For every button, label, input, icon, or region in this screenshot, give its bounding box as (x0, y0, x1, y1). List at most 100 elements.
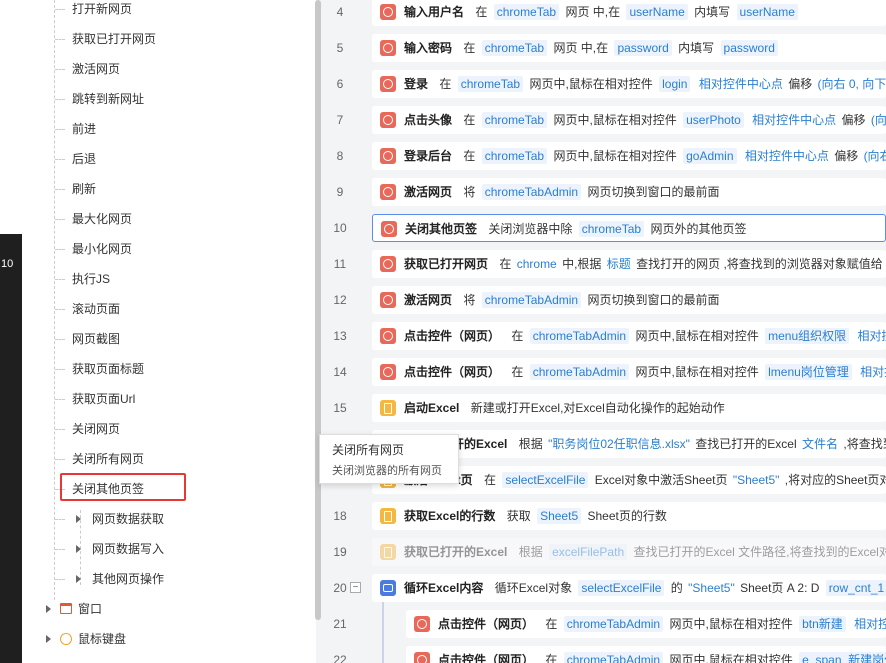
variable-tag[interactable]: excelFilePath (549, 544, 628, 560)
left-panel-edge: 10 (0, 0, 22, 663)
step-card[interactable]: 获取已打开的Excel 根据 excelFilePath 查找已打开的Excel… (372, 538, 886, 566)
caret-right-icon[interactable] (76, 575, 81, 583)
variable-tag[interactable]: password (614, 40, 672, 56)
flow-step-row[interactable]: 22 点击控件（网页） 在 chromeTabAdmin 网页中,鼠标在相对控件 … (322, 642, 886, 663)
step-card[interactable]: 点击控件（网页） 在 chromeTabAdmin 网页中,鼠标在相对控件 me… (372, 322, 886, 350)
variable-tag[interactable]: userName (626, 4, 688, 20)
variable-tag[interactable]: chromeTabAdmin (529, 364, 630, 380)
variable-tag[interactable]: chromeTabAdmin (481, 184, 582, 200)
variable-tag[interactable]: chromeTabAdmin (563, 652, 664, 663)
step-card[interactable]: 关闭其他页签 关闭浏览器中除 chromeTab 网页外的其他页签 (372, 214, 886, 242)
step-card[interactable]: 点击控件（网页） 在 chromeTabAdmin 网页中,鼠标在相对控件 lm… (372, 358, 886, 386)
variable-tag[interactable]: selectExcelFile (502, 472, 589, 488)
web-action-icon (380, 76, 396, 92)
variable-tag[interactable]: Sheet5 (537, 508, 582, 524)
variable-tag[interactable]: selectExcelFile (578, 580, 665, 596)
step-text: 在 (511, 365, 524, 379)
caret-right-icon[interactable] (76, 515, 81, 523)
flow-step-row[interactable]: 8 登录后台 在 chromeTab 网页中,鼠标在相对控件 goAdmin 相对… (322, 138, 886, 174)
step-number: 13 (333, 329, 347, 343)
caret-right-icon[interactable] (46, 605, 51, 613)
step-text: 查找打开的网页 ,将查找到的浏览器对象赋值给 (636, 257, 883, 271)
step-card[interactable]: 登录后台 在 chromeTab 网页中,鼠标在相对控件 goAdmin 相对控… (372, 142, 886, 170)
flow-step-row[interactable]: 9 激活网页 将 chromeTabAdmin 网页切换到窗口的最前面 (322, 174, 886, 210)
step-card[interactable]: 启动Excel 新建或打开Excel,对Excel自动化操作的起始动作 (372, 394, 886, 422)
variable-tag[interactable]: chromeTab (481, 148, 548, 164)
flow-step-row[interactable]: 19 获取已打开的Excel 根据 excelFilePath 查找已打开的Exc… (322, 534, 886, 570)
step-card[interactable]: 登录 在 chromeTab 网页中,鼠标在相对控件 login 相对控件中心点… (372, 70, 886, 98)
step-title: 输入用户名 (404, 5, 465, 19)
variable-tag[interactable]: chromeTab (578, 221, 645, 237)
flow-step-row[interactable]: 18 获取Excel的行数 获取 Sheet5 Sheet页的行数 (322, 498, 886, 534)
flow-step-row[interactable]: 5 输入密码 在 chromeTab 网页 中,在 password 内填写 pa… (322, 30, 886, 66)
variable-tag[interactable]: chromeTabAdmin (529, 328, 630, 344)
flow-step-row[interactable]: 14 点击控件（网页） 在 chromeTabAdmin 网页中,鼠标在相对控件 … (322, 354, 886, 390)
variable-tag[interactable]: login (659, 76, 691, 92)
step-card[interactable]: 激活网页 将 chromeTabAdmin 网页切换到窗口的最前面 (372, 178, 886, 206)
flow-step-row[interactable]: 10 关闭其他页签 关闭浏览器中除 chromeTab 网页外的其他页签 (322, 210, 886, 246)
variable-tag[interactable]: goAdmin (683, 148, 737, 164)
step-text: 网页中,鼠标在相对控件 (669, 617, 793, 631)
step-text: chrome (516, 257, 557, 271)
step-number: 11 (333, 257, 347, 271)
step-card[interactable]: 输入密码 在 chromeTab 网页 中,在 password 内填写 pas… (372, 34, 886, 62)
flow-step-row[interactable]: 15 启动Excel 新建或打开Excel,对Excel自动化操作的起始动作 (322, 390, 886, 426)
collapse-toggle-button[interactable]: − (350, 582, 361, 593)
mouse-icon (57, 630, 75, 648)
step-card[interactable]: 点击控件（网页） 在 chromeTabAdmin 网页中,鼠标在相对控件 bt… (406, 610, 886, 638)
step-number: 18 (333, 509, 347, 523)
variable-tag[interactable]: btn新建 (799, 616, 846, 632)
variable-tag[interactable]: chromeTabAdmin (481, 292, 582, 308)
flow-step-row[interactable]: 7 点击头像 在 chromeTab 网页中,鼠标在相对控件 userPhoto … (322, 102, 886, 138)
step-text: "Sheet5" (732, 473, 780, 487)
step-card[interactable]: 获取已打开网页 在 chrome 中,根据 标题 查找打开的网页 ,将查找到的浏… (372, 250, 886, 278)
step-number: 8 (336, 149, 344, 163)
step-card[interactable]: 循环Excel内容 循环Excel对象 selectExcelFile 的 "S… (372, 574, 886, 602)
step-text: 查找已打开的Excel 文件路径,将查找到的Excel对象 (633, 545, 886, 559)
flow-editor: 4 输入用户名 在 chromeTab 网页 中,在 userName 内填写 u… (322, 0, 886, 663)
variable-tag[interactable]: menu组织权限 (765, 328, 850, 344)
web-action-icon (380, 328, 396, 344)
caret-right-icon[interactable] (46, 635, 51, 643)
step-text: 网页 中,在 (565, 5, 621, 19)
flow-step-row[interactable]: 6 登录 在 chromeTab 网页中,鼠标在相对控件 login 相对控件中心… (322, 66, 886, 102)
line-number: 10 (1, 258, 14, 270)
step-card[interactable]: 输入用户名 在 chromeTab 网页 中,在 userName 内填写 us… (372, 0, 886, 26)
step-title: 循环Excel内容 (404, 581, 484, 595)
variable-tag[interactable]: password (720, 40, 778, 56)
variable-tag[interactable]: userPhoto (683, 112, 744, 128)
variable-tag[interactable]: userName (736, 4, 798, 20)
web-action-icon (414, 652, 430, 663)
tooltip-desc: 关闭浏览器的所有网页 (332, 465, 442, 477)
variable-tag[interactable]: e_span_新建岗位 (799, 652, 886, 663)
flow-step-row[interactable]: 4 输入用户名 在 chromeTab 网页 中,在 userName 内填写 u… (322, 0, 886, 30)
step-text: 在 (439, 77, 452, 91)
flow-step-row[interactable]: 20− 循环Excel内容 循环Excel对象 selectExcelFile 的… (322, 570, 886, 606)
step-text: 相对控 (860, 365, 886, 379)
step-card[interactable]: 获取Excel的行数 获取 Sheet5 Sheet页的行数 (372, 502, 886, 530)
step-card[interactable]: 点击头像 在 chromeTab 网页中,鼠标在相对控件 userPhoto 相… (372, 106, 886, 134)
step-text: (向右 (863, 149, 886, 163)
step-number: 12 (333, 293, 347, 307)
variable-tag[interactable]: chromeTab (457, 76, 524, 92)
step-text: 偏移 (788, 77, 813, 91)
variable-tag[interactable]: chromeTabAdmin (563, 616, 664, 632)
web-action-icon (380, 292, 396, 308)
flow-step-row[interactable]: 13 点击控件（网页） 在 chromeTabAdmin 网页中,鼠标在相对控件 … (322, 318, 886, 354)
step-number: 15 (333, 401, 347, 415)
flow-step-row[interactable]: 21 点击控件（网页） 在 chromeTabAdmin 网页中,鼠标在相对控件 … (322, 606, 886, 642)
sidebar-scrollbar[interactable] (315, 0, 321, 620)
step-card[interactable]: 点击控件（网页） 在 chromeTabAdmin 网页中,鼠标在相对控件 e_… (406, 646, 886, 663)
step-text: "职务岗位02任职信息.xlsx" (548, 437, 690, 451)
flow-step-row[interactable]: 11 获取已打开网页 在 chrome 中,根据 标题 查找打开的网页 ,将查找到… (322, 246, 886, 282)
step-card[interactable]: 激活网页 将 chromeTabAdmin 网页切换到窗口的最前面 (372, 286, 886, 314)
variable-tag[interactable]: chromeTab (481, 112, 548, 128)
excel-action-icon (380, 544, 396, 560)
variable-tag[interactable]: chromeTab (493, 4, 560, 20)
flow-step-row[interactable]: 12 激活网页 将 chromeTabAdmin 网页切换到窗口的最前面 (322, 282, 886, 318)
variable-tag[interactable]: row_cnt_1 (825, 580, 886, 596)
caret-right-icon[interactable] (76, 545, 81, 553)
step-title: 获取已打开网页 (404, 257, 489, 271)
variable-tag[interactable]: chromeTab (481, 40, 548, 56)
variable-tag[interactable]: lmenu岗位管理 (765, 364, 852, 380)
